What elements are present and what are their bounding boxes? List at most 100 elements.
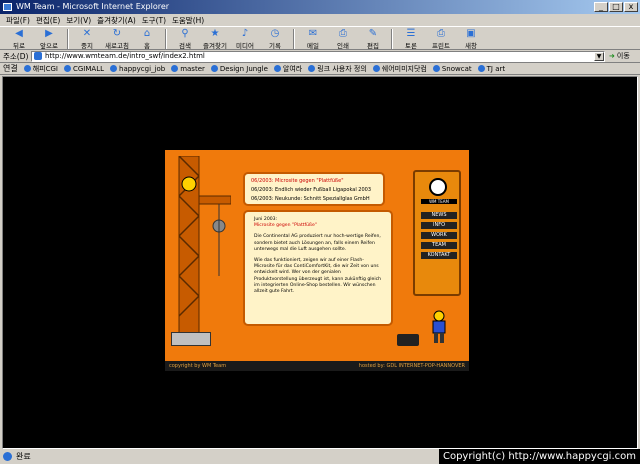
address-input[interactable]: http://www.wmteam.de/intro_swf/index2.ht… (31, 50, 605, 62)
toolbar-button-new-window[interactable]: ▣ 새창 (456, 27, 486, 51)
link-item[interactable]: 해피CGI (23, 64, 58, 74)
menu-file[interactable]: 파일(F) (6, 15, 30, 26)
link-label: TJ art (486, 64, 506, 73)
menu-bar: 파일(F) 편집(E) 보기(V) 즐겨찾기(A) 도구(T) 도움말(H) (0, 14, 640, 26)
history-icon: ◷ (270, 28, 280, 39)
nav-panel: WM TEAM NEWS INFO WORK TEAM KONTAKT (413, 170, 461, 296)
menu-tools[interactable]: 도구(T) (142, 15, 166, 26)
browser-viewport[interactable]: 06/2003: Microsite gegen "Plattfüße" 06/… (2, 76, 638, 449)
toolbar-separator (293, 29, 295, 49)
toolbar-button-label: 메일 (307, 42, 319, 50)
link-item[interactable]: Design Jungle (210, 64, 268, 73)
link-label: Snowcat (441, 64, 472, 73)
address-dropdown[interactable]: ▼ (594, 51, 604, 61)
news-item[interactable]: 06/2003: Microsite gegen "Plattfüße" (251, 177, 377, 186)
minimize-button[interactable]: _ (594, 2, 608, 12)
toolbar-button-label: 토론 (405, 42, 417, 50)
link-item[interactable]: CGIMALL (64, 65, 104, 73)
crane-illustration (178, 156, 231, 337)
go-button[interactable]: ➜ 이동 (609, 51, 630, 61)
menu-help[interactable]: 도움말(H) (172, 15, 204, 26)
close-button[interactable]: x (624, 2, 638, 12)
menu-edit[interactable]: 편집(E) (36, 15, 60, 26)
media-icon: ♪ (241, 28, 249, 39)
link-item[interactable]: 링크 사용자 정의 (308, 64, 367, 74)
menu-view[interactable]: 보기(V) (66, 15, 91, 26)
link-icon (432, 65, 440, 72)
news-item[interactable]: 06/2003: Neukunde: Schnitt Speziallglas … (251, 195, 377, 204)
link-label: master (180, 64, 205, 73)
toolbar-button-search[interactable]: ⚲ 검색 (170, 27, 200, 51)
toolbar-separator (165, 29, 167, 49)
status-page-icon (3, 452, 12, 461)
toolbar-button-label: 검색 (179, 42, 191, 50)
toolbar-button-stop[interactable]: ✕ 중지 (72, 27, 102, 51)
link-item[interactable]: TJ art (477, 64, 506, 73)
wm-team-logo-icon (429, 178, 447, 196)
toolbar-button-edit[interactable]: ✎ 편집 (358, 27, 388, 51)
address-label: 주소(D) (3, 51, 29, 61)
content-headline: Microsite gegen "Plattfüße" (254, 223, 317, 229)
link-label: 링크 사용자 정의 (317, 64, 367, 73)
nav-news[interactable]: NEWS (421, 212, 457, 219)
link-label: 알여라 (282, 64, 303, 73)
toolbar-button-media[interactable]: ♪ 미디어 (230, 27, 260, 51)
print-icon: ⎙ (339, 28, 347, 39)
toolbar-button-label: 즐겨찾기 (203, 42, 227, 50)
toolbar-button-mail[interactable]: ✉ 메일 (298, 27, 328, 51)
worker-illustration (432, 310, 446, 343)
refresh-icon: ↻ (112, 28, 122, 39)
link-icon (308, 65, 316, 72)
toolbar-button-home[interactable]: ⌂ 홈 (132, 27, 162, 51)
link-icon (110, 65, 118, 72)
toolbar-button-discuss[interactable]: ☰ 토론 (396, 27, 426, 51)
link-icon (23, 65, 31, 72)
maximize-button[interactable]: □ (609, 2, 623, 12)
back-icon: ◀ (15, 28, 23, 39)
news-box: 06/2003: Microsite gegen "Plattfüße" 06/… (243, 172, 385, 206)
toolbar-button-favorites[interactable]: ★ 즐겨찾기 (200, 27, 230, 51)
link-label: Design Jungle (219, 64, 268, 73)
stop-icon: ✕ (82, 28, 92, 39)
toolbar-button-label: 새창 (465, 42, 477, 50)
toolbar-button-refresh[interactable]: ↻ 새로고침 (102, 27, 132, 51)
new-window-icon: ▣ (466, 28, 476, 39)
favorites-icon: ★ (210, 28, 220, 39)
link-item[interactable]: 쉐어미미지닷컴 (372, 64, 427, 74)
toolbar: ◀ 뒤로 ▶ 앞으로 ✕ 중지 ↻ 새로고침 ⌂ 홈 ⚲ 검색 ★ 즐겨찾기 ♪ 미디어 ◷ 기록 ✉ 메일 ⎙ 인쇄 ✎ 편… (0, 26, 640, 50)
link-label: 해피CGI (32, 64, 58, 73)
flash-movie[interactable]: 06/2003: Microsite gegen "Plattfüße" 06/… (164, 149, 470, 372)
news-item[interactable]: 06/2003: Endlich wieder Fußball Ligapoka… (251, 186, 377, 195)
toolbar-button-back[interactable]: ◀ 뒤로 (4, 27, 34, 51)
toolbar-separator (67, 29, 69, 49)
toolbar-button-label: 편집 (367, 42, 379, 50)
search-icon: ⚲ (181, 28, 189, 39)
link-item[interactable]: 알여라 (273, 64, 303, 74)
content-paragraph: Die Continental AG produziert nur hoch-w… (254, 234, 381, 252)
footer-copyright: copyright by WM Team (169, 363, 227, 369)
toolbar-button-print2[interactable]: ⎙ 프린트 (426, 27, 456, 51)
discuss-icon: ☰ (406, 28, 416, 39)
link-icon (372, 65, 380, 72)
nav-info[interactable]: INFO (421, 222, 457, 229)
go-label: 이동 (616, 52, 630, 60)
title-bar: WM Team - Microsoft Internet Explorer _ … (0, 0, 640, 14)
link-item[interactable]: Snowcat (432, 64, 472, 73)
address-value: http://www.wmteam.de/intro_swf/index2.ht… (45, 52, 205, 60)
toolbar-button-label: 새로고침 (105, 42, 129, 50)
link-item[interactable]: master (171, 65, 205, 73)
footer-hosted[interactable]: hosted by: GDL INTERNET-POP-HANNOVER (359, 361, 465, 371)
toolbar-button-forward[interactable]: ▶ 앞으로 (34, 27, 64, 51)
nav-team[interactable]: TEAM (421, 242, 457, 249)
toolbar-button-label: 뒤로 (13, 42, 25, 50)
link-icon (64, 65, 71, 72)
menu-favorites[interactable]: 즐겨찾기(A) (97, 15, 136, 26)
nav-work[interactable]: WORK (421, 232, 457, 239)
nav-kontakt[interactable]: KONTAKT (421, 252, 457, 259)
toolbar-separator (391, 29, 393, 49)
toolbar-button-label: 앞으로 (40, 42, 58, 50)
link-item[interactable]: happycgi_job (110, 65, 165, 73)
toolbar-button-history[interactable]: ◷ 기록 (260, 27, 290, 51)
toolbar-button-print[interactable]: ⎙ 인쇄 (328, 27, 358, 51)
toolbar-button-label: 프린트 (432, 42, 450, 50)
